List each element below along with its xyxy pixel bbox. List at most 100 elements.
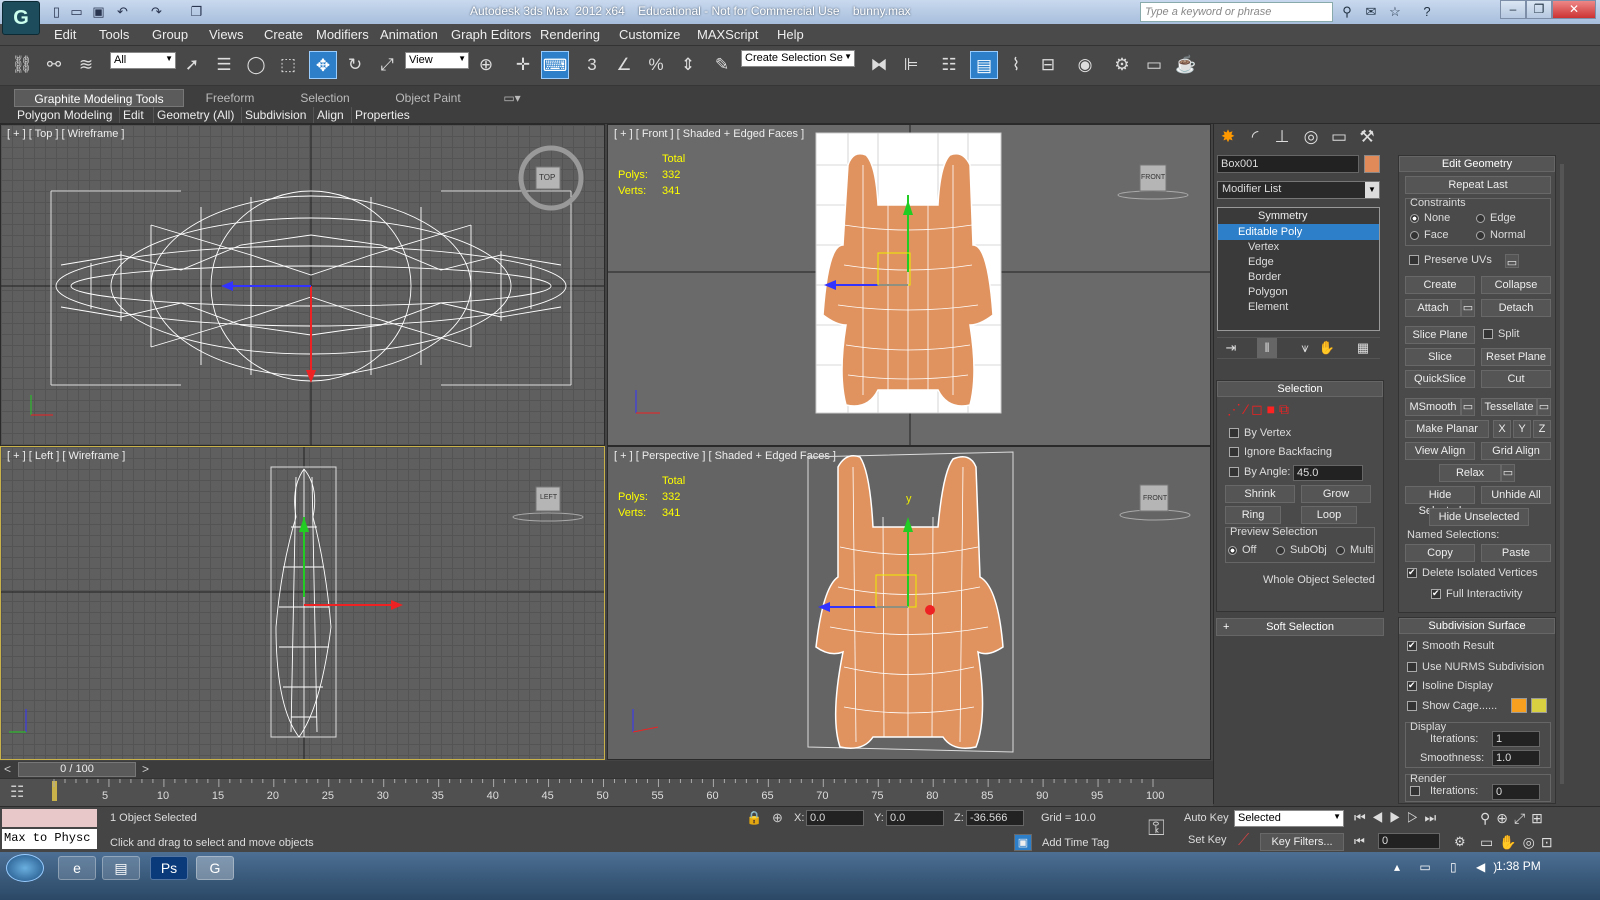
soft-selection-rollout-header[interactable]: + Soft Selection <box>1216 618 1384 636</box>
y-coord-field[interactable]: 0.0 <box>886 810 944 826</box>
stack-item-editable-poly[interactable]: Editable Poly <box>1218 224 1379 240</box>
open-file-icon[interactable]: ▭ <box>68 3 85 20</box>
menu-maxscript[interactable]: MAXScript <box>697 27 758 42</box>
link-icon[interactable]: ⛓ <box>8 51 36 79</box>
by-angle-spinner[interactable]: 45.0 <box>1293 465 1363 481</box>
playback-controls[interactable]: ⏮◀▶▷⏭ <box>1354 810 1442 826</box>
unhide-all-button[interactable]: Unhide All <box>1481 486 1551 504</box>
bind-spacewarp-icon[interactable]: ≋ <box>72 51 100 79</box>
cut-button[interactable]: Cut <box>1481 370 1551 388</box>
loop-button[interactable]: Loop <box>1301 506 1357 524</box>
menu-help[interactable]: Help <box>777 27 804 42</box>
collapse-button[interactable]: Collapse <box>1481 276 1551 294</box>
grid-align-button[interactable]: Grid Align <box>1481 442 1551 460</box>
tab-object-paint[interactable]: Object Paint <box>378 89 478 107</box>
absolute-mode-icon[interactable]: ⊕ <box>772 810 783 826</box>
binoculars-icon[interactable]: ⚲ <box>1338 3 1356 21</box>
key-mode-dropdown[interactable]: Selected <box>1234 810 1344 827</box>
menu-animation[interactable]: Animation <box>380 27 438 42</box>
menu-customize[interactable]: Customize <box>619 27 680 42</box>
set-key-icon[interactable]: ⚿ <box>1148 815 1165 841</box>
use-nurms-checkbox[interactable]: Use NURMS Subdivision <box>1407 661 1544 673</box>
tessellate-button[interactable]: Tessellate <box>1481 398 1537 416</box>
viewport-front[interactable]: [ + ] [ Front ] [ Shaded + Edged Faces ]… <box>607 124 1211 446</box>
command-panel-scrollbar[interactable] <box>1560 164 1564 784</box>
window-crossing-icon[interactable]: ⬚ <box>274 51 302 79</box>
planar-x-button[interactable]: X <box>1493 420 1511 438</box>
display-tab-icon[interactable]: ▭ <box>1327 126 1351 148</box>
new-file-icon[interactable]: ▯ <box>48 3 65 20</box>
material-editor-icon[interactable]: ◉ <box>1071 51 1099 79</box>
layer-manager-icon[interactable]: ☷ <box>935 51 963 79</box>
viewport-navigation-controls-2[interactable]: ▭✋◎⊡ <box>1480 834 1559 851</box>
shrink-button[interactable]: Shrink <box>1225 485 1295 503</box>
attach-button[interactable]: Attach <box>1405 299 1461 317</box>
selection-filter-dropdown[interactable]: All <box>110 52 176 69</box>
relax-settings-icon[interactable]: ▭ <box>1501 464 1515 482</box>
graphite-toggle-icon[interactable]: ▤ <box>970 51 998 79</box>
maxscript-mini-listener[interactable]: Max to Physc <box>2 829 97 849</box>
stack-item-symmetry[interactable]: Symmetry <box>1218 208 1379 224</box>
preserve-uvs-checkbox[interactable]: Preserve UVs <box>1409 254 1492 266</box>
relax-button[interactable]: Relax <box>1439 464 1501 482</box>
iterations-spinner[interactable]: 1 <box>1492 731 1540 747</box>
full-interactivity-checkbox[interactable]: Full Interactivity <box>1431 588 1522 600</box>
track-bar[interactable]: ☷ 5 10 15 20 25 30 35 40 45 50 55 60 65 70 75 80 85 90 95 1… <box>0 778 1213 806</box>
tessellate-settings-icon[interactable]: ▭ <box>1537 398 1551 416</box>
percent-snap-icon[interactable]: % <box>642 51 670 79</box>
subdivision-surface-header[interactable]: Subdivision Surface <box>1399 618 1555 634</box>
maximize-button[interactable]: ❐ <box>1526 0 1552 19</box>
smooth-result-checkbox[interactable]: Smooth Result <box>1407 640 1494 652</box>
show-cage-checkbox[interactable]: Show Cage...... <box>1407 700 1497 712</box>
time-next-icon[interactable]: > <box>142 762 149 776</box>
repeat-last-button[interactable]: Repeat Last <box>1405 176 1551 194</box>
rendered-frame-window-icon[interactable]: ▭ <box>1140 51 1168 79</box>
help-icon[interactable]: ? <box>1418 3 1436 21</box>
add-time-tag-button[interactable]: Add Time Tag <box>1042 837 1109 849</box>
viewport-navigation-controls[interactable]: ⚲⊕⤢⊞ <box>1480 810 1549 827</box>
viewcube-perspective-label[interactable]: FRONT <box>1143 495 1167 502</box>
by-angle-checkbox[interactable]: By Angle: <box>1229 466 1290 478</box>
menu-modifiers[interactable]: Modifiers <box>316 27 369 42</box>
view-align-button[interactable]: View Align <box>1405 442 1475 460</box>
hide-unselected-button[interactable]: Hide Unselected <box>1429 508 1529 526</box>
maxscript-listener-pink[interactable] <box>2 809 97 827</box>
selection-rollout-header[interactable]: Selection <box>1217 381 1383 397</box>
split-checkbox[interactable]: Split <box>1483 328 1519 340</box>
menu-group[interactable]: Group <box>152 27 188 42</box>
lock-icon[interactable]: 🔒 <box>746 810 762 826</box>
stack-item-edge[interactable]: Edge <box>1218 255 1379 270</box>
mirror-icon[interactable]: ⧓ <box>865 51 893 79</box>
subobject-level-icons[interactable]: ⋰ ⁄ ◻ ■ ⧉ <box>1227 401 1289 418</box>
x-coord-field[interactable]: 0.0 <box>806 810 864 826</box>
reset-plane-button[interactable]: Reset Plane <box>1481 348 1551 366</box>
preserve-uvs-settings-icon[interactable]: ▭ <box>1505 254 1519 269</box>
undo-icon[interactable]: ↶ <box>114 3 131 20</box>
slice-plane-button[interactable]: Slice Plane <box>1405 326 1475 344</box>
hierarchy-tab-icon[interactable]: ⊥ <box>1270 126 1294 148</box>
tab-graphite-modeling-tools[interactable]: Graphite Modeling Tools <box>14 89 184 107</box>
constraint-none-radio[interactable]: None <box>1410 212 1450 224</box>
unlink-icon[interactable]: ⚯ <box>40 51 68 79</box>
viewcube-left-label[interactable]: LEFT <box>540 494 557 501</box>
panel-properties[interactable]: Properties <box>351 107 413 123</box>
reference-coordinate-dropdown[interactable]: View <box>405 52 469 69</box>
panel-polygon-modeling[interactable]: Polygon Modeling <box>14 107 115 123</box>
panel-geometry-all[interactable]: Geometry (All) <box>153 107 237 123</box>
configure-modifier-sets-icon[interactable]: ▦ <box>1353 338 1373 358</box>
preview-off-radio[interactable]: Off <box>1228 544 1256 556</box>
default-tangent-icon[interactable]: ⟋ <box>1238 832 1249 850</box>
align-icon[interactable]: ⊫ <box>897 51 925 79</box>
internet-explorer-icon[interactable]: e <box>58 856 96 880</box>
make-unique-icon[interactable]: ⩛ <box>1295 338 1315 358</box>
select-manipulate-icon[interactable]: ✛ <box>509 51 537 79</box>
set-key-button[interactable]: Set Key <box>1188 834 1227 846</box>
tab-freeform[interactable]: Freeform <box>190 89 270 107</box>
menu-tools[interactable]: Tools <box>99 27 129 42</box>
create-tab-icon[interactable]: ✸ <box>1216 126 1240 148</box>
motion-tab-icon[interactable]: ◎ <box>1299 126 1323 148</box>
copy-button[interactable]: Copy <box>1405 544 1475 562</box>
named-selection-set-dropdown[interactable]: Create Selection Se <box>741 50 855 67</box>
preview-multi-radio[interactable]: Multi <box>1336 544 1373 556</box>
object-name-field[interactable]: Box001 <box>1217 155 1359 173</box>
